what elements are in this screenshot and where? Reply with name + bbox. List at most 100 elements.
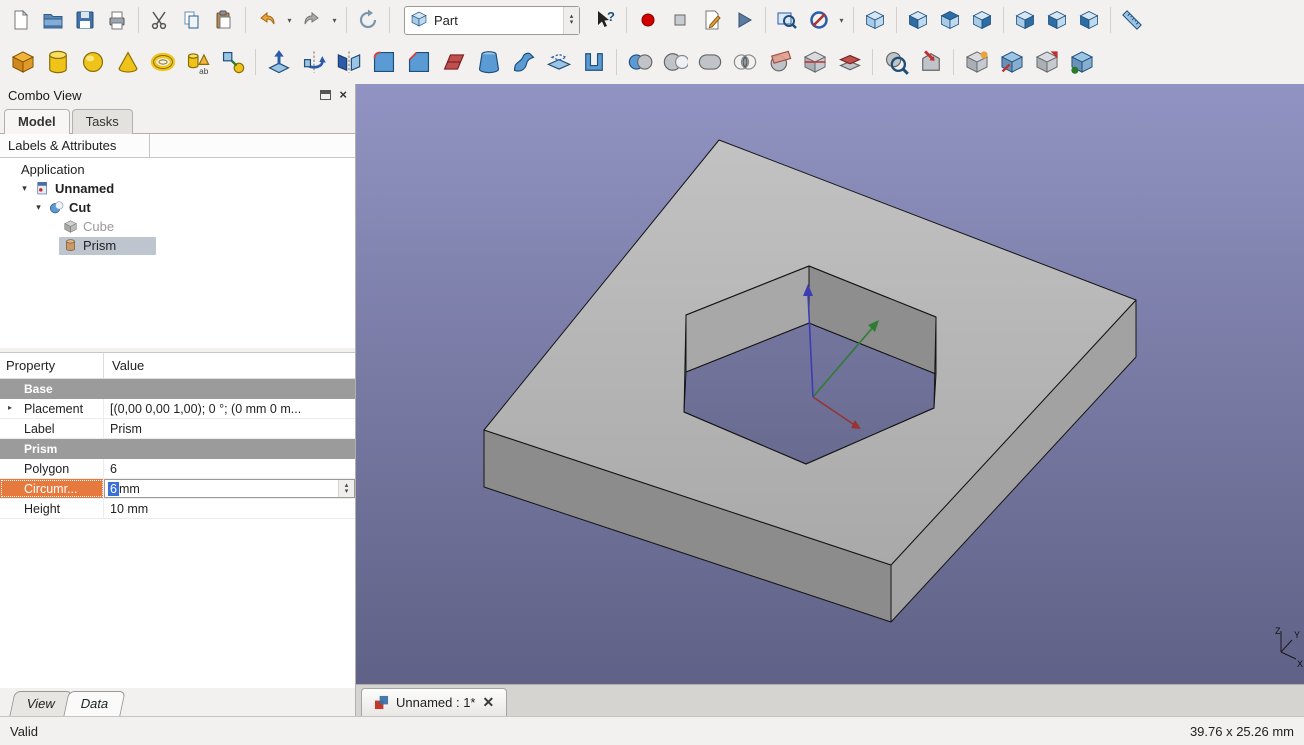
property-name-cell[interactable]: Label — [0, 419, 104, 438]
undo-button[interactable] — [252, 5, 282, 35]
measure-button[interactable] — [1117, 5, 1147, 35]
undo-button-dropdown-icon[interactable]: ▾ — [284, 16, 295, 25]
close-panel-icon[interactable]: × — [339, 88, 347, 101]
property-name-cell[interactable]: Circumr... — [0, 479, 104, 498]
property-value-cell[interactable]: 6 mm ▴ ▾ — [104, 479, 355, 498]
tab-model[interactable]: Model — [4, 109, 70, 134]
view-right-button[interactable] — [967, 5, 997, 35]
redo-button[interactable] — [297, 5, 327, 35]
property-value-cell[interactable]: [(0,00 0,00 1,00); 0 °; (0 mm 0 m... — [104, 399, 355, 418]
macro-edit-button[interactable] — [697, 5, 727, 35]
view-left-button[interactable] — [1074, 5, 1104, 35]
view-bottom-button[interactable] — [1042, 5, 1072, 35]
toolbar-separator — [138, 7, 139, 33]
paste-button[interactable] — [209, 5, 239, 35]
property-group-prism: Prism — [0, 439, 355, 459]
expander-icon[interactable]: ▾ — [18, 183, 31, 194]
workbench-selector[interactable]: Part ▴ ▾ — [404, 5, 580, 35]
cut-button[interactable] — [145, 5, 175, 35]
part-box-button[interactable] — [6, 45, 39, 79]
expander-icon[interactable]: ▾ — [32, 202, 45, 213]
redo-button-dropdown-icon[interactable]: ▾ — [329, 16, 340, 25]
workbench-spinner-icon[interactable]: ▴ ▾ — [563, 6, 579, 34]
part-transformed-copy-button[interactable] — [995, 45, 1028, 79]
part-chamfer-button[interactable] — [402, 45, 435, 79]
property-row-placement[interactable]: ▸ Placement [(0,00 0,00 1,00); 0 °; (0 mm … — [0, 399, 355, 419]
tree-item-cube[interactable]: Cube — [0, 217, 355, 236]
tree-item-cut[interactable]: ▾ Cut — [0, 198, 355, 217]
document-close-icon[interactable]: ✕ — [483, 694, 495, 711]
macro-execute-button[interactable] — [729, 5, 759, 35]
svg-text:X: X — [1297, 659, 1303, 669]
part-extrude-button[interactable] — [262, 45, 295, 79]
float-panel-icon[interactable] — [320, 90, 332, 100]
property-row-label[interactable]: Label Prism — [0, 419, 355, 439]
tab-tasks[interactable]: Tasks — [71, 109, 133, 134]
part-loft-button[interactable] — [472, 45, 505, 79]
property-row-polygon[interactable]: Polygon 6 — [0, 459, 355, 479]
print-button[interactable] — [102, 5, 132, 35]
part-primitives-button[interactable]: ab — [181, 45, 214, 79]
part-sphere-button[interactable] — [76, 45, 109, 79]
part-cone-button[interactable] — [111, 45, 144, 79]
tree-item-unnamed[interactable]: ▾ Unnamed — [0, 179, 355, 198]
part-check-geometry-button[interactable] — [879, 45, 912, 79]
save-button[interactable] — [70, 5, 100, 35]
view-rear-button[interactable] — [1010, 5, 1040, 35]
macro-record-button[interactable] — [633, 5, 663, 35]
view-axonometric-button[interactable] — [860, 5, 890, 35]
tab-data[interactable]: Data — [63, 691, 127, 716]
property-value-cell[interactable]: 6 — [104, 459, 355, 478]
copy-button[interactable] — [177, 5, 207, 35]
macro-stop-button[interactable] — [665, 5, 695, 35]
tree-item-application[interactable]: Application — [0, 160, 355, 179]
property-value-cell[interactable]: Prism — [104, 419, 355, 438]
part-boolean-button[interactable] — [623, 45, 656, 79]
part-simple-copy-button[interactable] — [960, 45, 993, 79]
part-revolve-button[interactable] — [297, 45, 330, 79]
circumradius-spinbox[interactable]: 6 mm ▴ ▾ — [104, 479, 355, 498]
property-name-cell[interactable]: ▸ Placement — [0, 399, 104, 418]
part-ruled-surface-button[interactable] — [437, 45, 470, 79]
new-document-button[interactable] — [6, 5, 36, 35]
part-3d-offset-button[interactable] — [833, 45, 866, 79]
view-front-button[interactable] — [903, 5, 933, 35]
refresh-button[interactable] — [353, 5, 383, 35]
property-expander-icon[interactable]: ▸ — [8, 403, 12, 412]
dimension-readout: 39.76 x 25.26 mm — [1189, 723, 1294, 739]
part-refine-shape-button[interactable] — [1065, 45, 1098, 79]
part-defeaturing-button[interactable] — [914, 45, 947, 79]
part-union-button[interactable] — [693, 45, 726, 79]
toolbar-separator — [346, 7, 347, 33]
part-thickness-button[interactable] — [577, 45, 610, 79]
property-value-cell[interactable]: 10 mm — [104, 499, 355, 518]
toolbar-separator — [953, 49, 954, 75]
part-section-button[interactable] — [763, 45, 796, 79]
part-offset-button[interactable] — [542, 45, 575, 79]
whats-this-button[interactable]: ? — [590, 5, 620, 35]
spinbox-arrows-icon[interactable]: ▴ ▾ — [338, 480, 354, 497]
document-tab[interactable]: Unnamed : 1* ✕ — [361, 688, 508, 716]
part-torus-button[interactable] — [146, 45, 179, 79]
property-name-cell[interactable]: Height — [0, 499, 104, 518]
part-cut-button[interactable] — [658, 45, 691, 79]
tree-item-prism[interactable]: Prism — [0, 236, 355, 255]
part-common-button[interactable] — [728, 45, 761, 79]
part-mirror-button[interactable] — [332, 45, 365, 79]
box-zoom-button[interactable] — [772, 5, 802, 35]
view-top-button[interactable] — [935, 5, 965, 35]
clipping-plane-button[interactable] — [804, 5, 834, 35]
property-name-cell[interactable]: Polygon — [0, 459, 104, 478]
3d-viewport[interactable]: Z Y X — [356, 84, 1304, 684]
part-shape-builder-button[interactable] — [216, 45, 249, 79]
part-element-copy-button[interactable] — [1030, 45, 1063, 79]
part-fillet-button[interactable] — [367, 45, 400, 79]
part-cross-sections-button[interactable] — [798, 45, 831, 79]
property-row-circumr[interactable]: Circumr... 6 mm ▴ ▾ — [0, 479, 355, 499]
clipping-plane-button-dropdown-icon[interactable]: ▾ — [836, 16, 847, 25]
property-row-height[interactable]: Height 10 mm — [0, 499, 355, 519]
part-cylinder-button[interactable] — [41, 45, 74, 79]
workbench-selected-label: Part — [434, 12, 458, 28]
open-button[interactable] — [38, 5, 68, 35]
part-sweep-button[interactable] — [507, 45, 540, 79]
